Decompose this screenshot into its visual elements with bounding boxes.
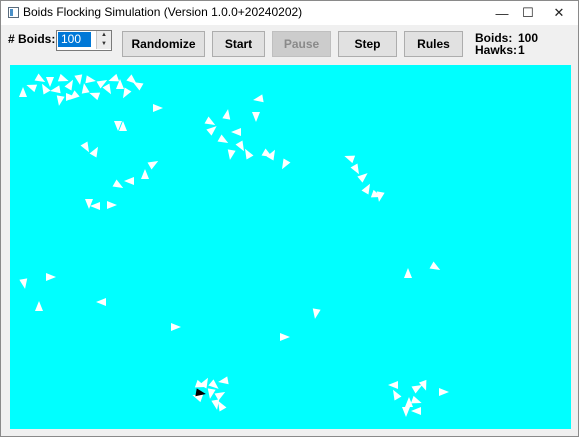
app-icon (8, 7, 19, 18)
app-window: Boids Flocking Simulation (Version 1.0.0… (0, 0, 579, 437)
boid-icon (112, 179, 124, 188)
title-bar[interactable]: Boids Flocking Simulation (Version 1.0.0… (1, 1, 578, 25)
boid-icon (102, 83, 111, 95)
boid-icon (411, 407, 421, 415)
window-title: Boids Flocking Simulation (Version 1.0.0… (23, 5, 303, 19)
boid-icon (123, 87, 132, 99)
boid-icon (89, 92, 101, 101)
boid-icon (402, 407, 410, 417)
boid-icon (388, 381, 398, 389)
boid-icon (344, 155, 356, 164)
boid-icon (214, 392, 226, 401)
boid-icon (153, 104, 163, 112)
boid-icon (26, 84, 38, 93)
boid-icon (34, 73, 46, 82)
boid-icon (207, 388, 216, 399)
boid-icon (85, 75, 96, 84)
boid-icon (57, 73, 69, 82)
boid-icon (217, 134, 229, 143)
boid-icon (90, 202, 100, 210)
boid-icon (80, 141, 89, 153)
boid-icon (81, 83, 90, 94)
boids-count-input[interactable]: 100 (58, 32, 91, 47)
pause-button[interactable]: Pause (272, 31, 331, 57)
boid-icon (107, 201, 117, 209)
toolbar: # Boids: 100 ▲ ▼ Randomize Start Pause S… (1, 25, 578, 63)
boid-icon (404, 268, 412, 278)
spin-up-icon[interactable]: ▲ (96, 31, 111, 40)
boid-icon (429, 261, 441, 270)
boid-icon (280, 333, 290, 341)
boid-icon (410, 395, 422, 404)
boid-icon (393, 389, 402, 401)
boid-icon (282, 158, 291, 170)
boids-count-stepper[interactable]: 100 ▲ ▼ (56, 30, 112, 51)
boid-icon (218, 376, 229, 385)
boid-icon (231, 128, 241, 136)
boid-icon (46, 77, 54, 87)
boid-icon (252, 112, 260, 122)
boid-icon (19, 278, 28, 289)
boid-icon (35, 301, 43, 311)
boid-icon (206, 126, 217, 136)
boid-icon (42, 83, 51, 95)
boid-icon (56, 95, 65, 106)
step-button[interactable]: Step (338, 31, 397, 57)
boid-icon (357, 173, 368, 183)
boid-icon (50, 85, 61, 94)
boid-icon (171, 323, 181, 331)
boid-icon (361, 183, 370, 195)
boid-icon (312, 308, 321, 319)
boid-icon (147, 161, 159, 170)
boid-icon (74, 74, 83, 85)
boid-icon (439, 388, 449, 396)
simulation-canvas[interactable] (10, 65, 571, 429)
randomize-button[interactable]: Randomize (122, 31, 205, 57)
hawks-stat-label: Hawks: (475, 43, 518, 57)
rules-button[interactable]: Rules (404, 31, 463, 57)
boid-icon (124, 177, 134, 185)
boid-icon (141, 169, 149, 179)
maximize-button[interactable]: ☐ (513, 1, 543, 25)
close-button[interactable]: ✕ (544, 1, 574, 25)
boid-icon (108, 73, 120, 82)
boids-count-label: # Boids: (8, 32, 56, 46)
boid-icon (19, 87, 27, 97)
boid-icon (227, 149, 236, 160)
hawks-stat-value: 1 (518, 43, 525, 57)
start-button[interactable]: Start (212, 31, 265, 57)
boid-icon (96, 298, 106, 306)
boid-icon (89, 146, 98, 158)
boids-layer (19, 73, 449, 417)
boid-icon (85, 199, 93, 209)
boid-icon (253, 94, 264, 103)
spin-down-icon[interactable]: ▼ (96, 40, 111, 49)
boid-icon (350, 163, 359, 175)
boid-icon (46, 273, 56, 281)
boid-icon (222, 109, 231, 120)
